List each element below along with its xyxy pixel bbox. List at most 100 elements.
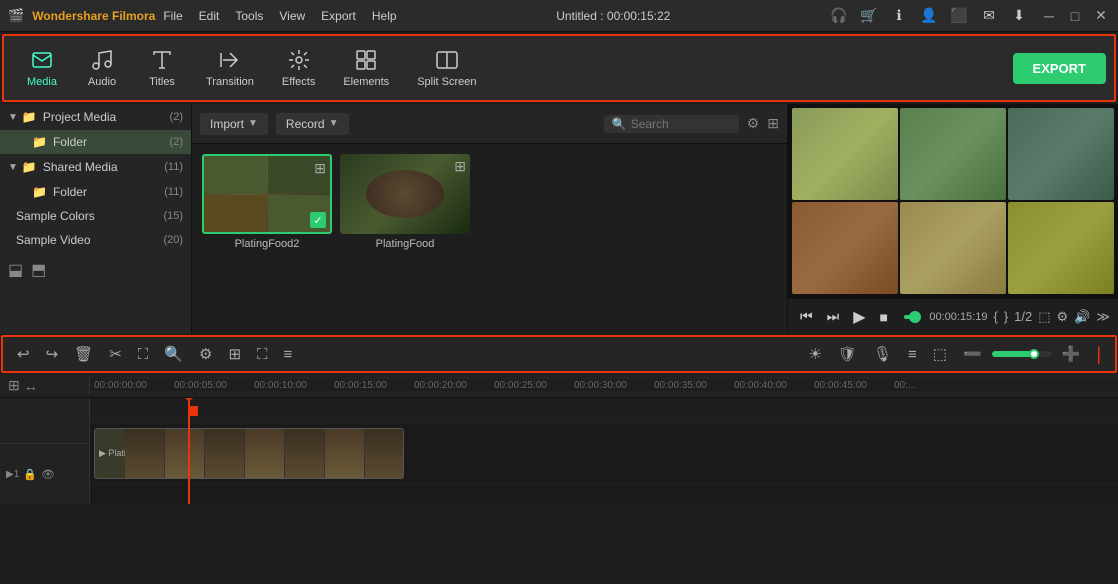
- preview-stop-btn[interactable]: ■: [876, 307, 892, 327]
- toolbar-transition[interactable]: Transition: [192, 42, 268, 94]
- track-eye-icon[interactable]: 👁: [41, 468, 55, 481]
- timeline: ⊞ ↔ 00:00:00:00 00:00:05:00 00:00:10:00 …: [0, 374, 1118, 504]
- preview-out-point-btn[interactable]: }: [1004, 309, 1008, 324]
- preview-in-point-btn[interactable]: {: [993, 309, 997, 324]
- mosaic-button[interactable]: ⊞: [222, 341, 247, 367]
- left-panel: ▼ 📁 Project Media (2) 📁 Folder (2) ▼ 📁 S…: [0, 104, 192, 334]
- cut-button[interactable]: ✂: [103, 341, 128, 367]
- thumb-grid-icon2: ⊞: [454, 158, 466, 175]
- preview-volume-btn[interactable]: 🔊: [1074, 309, 1090, 325]
- preview-food-6: [1008, 202, 1114, 294]
- titlebar-right: 🎧 🛒 ℹ 👤 ⬛ ✉ ⬇ ─ □ ✕: [830, 7, 1110, 25]
- preview-cell-3: [1008, 108, 1114, 200]
- track-lock-icon[interactable]: 🔒: [23, 468, 37, 481]
- tl-zoom-in-btn[interactable]: ➕: [1056, 341, 1087, 367]
- delete-button[interactable]: 🗑: [68, 341, 99, 367]
- preview-frame-back-btn[interactable]: ⏭: [823, 306, 844, 327]
- preview-settings-btn[interactable]: ⚙: [1057, 309, 1069, 325]
- close-button[interactable]: ✕: [1092, 7, 1110, 25]
- preview-fullscreen-btn[interactable]: ⬚: [1038, 309, 1050, 325]
- preview-play-btn[interactable]: ▶: [849, 305, 869, 329]
- playhead[interactable]: [188, 398, 190, 504]
- media-thumb-platingfood2: ⊞ ✓: [202, 154, 332, 234]
- preview-speed-label: 1/2: [1014, 309, 1032, 324]
- project-media-folder[interactable]: 📁 Folder (2): [0, 130, 191, 154]
- ruler-10: 00:00:10:00: [254, 380, 334, 391]
- preview-time: 00:00:15:19: [929, 311, 987, 323]
- preview-more-btn[interactable]: ≫: [1096, 309, 1110, 325]
- message-icon[interactable]: ✉: [980, 7, 998, 25]
- redo-button[interactable]: ↪: [40, 341, 65, 367]
- tl-extend-btn[interactable]: |: [1090, 340, 1107, 369]
- tl-shield-btn[interactable]: 🛡: [832, 341, 863, 367]
- tl-caption-btn[interactable]: ≡: [902, 342, 923, 367]
- record-button[interactable]: Record ▼: [276, 113, 349, 135]
- export-button[interactable]: EXPORT: [1013, 53, 1106, 84]
- search-input[interactable]: [631, 117, 731, 131]
- collapse-left-btn[interactable]: ⬓: [8, 260, 23, 280]
- maximize-button[interactable]: □: [1066, 7, 1084, 25]
- preview-speed-btn[interactable]: 1/2: [1014, 309, 1032, 324]
- audio-adjust-button[interactable]: ≡: [278, 342, 299, 367]
- toolbar-effects[interactable]: Effects: [268, 42, 329, 94]
- toolbar-audio[interactable]: Audio: [72, 42, 132, 94]
- info-icon[interactable]: ℹ: [890, 7, 908, 25]
- import-button[interactable]: Import ▼: [200, 113, 268, 135]
- tl-snap-btn[interactable]: ⬚: [927, 341, 953, 367]
- sample-video-item[interactable]: Sample Video (20): [0, 228, 191, 252]
- preview-cell-6: [1008, 202, 1114, 294]
- tl-zoom-out-btn[interactable]: ➖: [957, 341, 988, 367]
- menu-export[interactable]: Export: [321, 9, 356, 23]
- grid-view-icon[interactable]: ⊞: [767, 115, 779, 132]
- menu-help[interactable]: Help: [372, 9, 397, 23]
- toolbar-transition-label: Transition: [206, 76, 254, 88]
- ruler-20: 00:00:20:00: [414, 380, 494, 391]
- menu-file[interactable]: File: [163, 9, 182, 23]
- color-correct-button[interactable]: ⚙: [193, 341, 218, 367]
- menu-edit[interactable]: Edit: [199, 9, 220, 23]
- toolbar-split-screen[interactable]: Split Screen: [403, 42, 490, 94]
- stabilize-button[interactable]: ⛶: [251, 342, 274, 367]
- preview-panel: ⏮ ⏭ ▶ ■ 00:00:15:19 { } 1/2 ⬚ ⚙ 🔊 ≫: [788, 104, 1118, 334]
- toolbar-media[interactable]: Media: [12, 42, 72, 94]
- toolbar-titles[interactable]: Titles: [132, 42, 192, 94]
- shared-folder-icon: 📁: [32, 185, 47, 199]
- crop-button[interactable]: ⛶: [132, 342, 155, 367]
- shared-media-header[interactable]: ▼ 📁 Shared Media (11): [0, 154, 191, 180]
- clip-thumb-4: [245, 429, 285, 478]
- add-track-btn[interactable]: ⊞: [8, 377, 20, 394]
- project-media-header[interactable]: ▼ 📁 Project Media (2): [0, 104, 191, 130]
- tl-mic-btn[interactable]: 🎙: [867, 341, 898, 367]
- download-icon[interactable]: ⬇: [1010, 7, 1028, 25]
- tl-brightness-btn[interactable]: ☀: [802, 341, 827, 367]
- media-search-box[interactable]: 🔍: [604, 115, 739, 133]
- menu-tools[interactable]: Tools: [235, 9, 263, 23]
- preview-progress-bar[interactable]: [904, 315, 917, 319]
- preview-skip-back-btn[interactable]: ⏮: [796, 306, 817, 327]
- media-item-platingfood2[interactable]: ⊞ ✓ PlatingFood2: [202, 154, 332, 250]
- shared-media-folder[interactable]: 📁 Folder (11): [0, 180, 191, 204]
- cart-icon[interactable]: 🛒: [860, 7, 878, 25]
- menu-view[interactable]: View: [279, 9, 305, 23]
- preview-video-area: [788, 104, 1118, 298]
- filter-icon[interactable]: ⚙: [747, 115, 760, 132]
- undo-button[interactable]: ↩: [11, 341, 36, 367]
- video-clip-platingfood2[interactable]: ▶ PlatingFood2: [94, 428, 404, 479]
- zoom-button[interactable]: 🔍: [158, 341, 189, 367]
- media-name-platingfood2: PlatingFood2: [202, 238, 332, 250]
- media-item-platingfood[interactable]: ⊞ PlatingFood: [340, 154, 470, 250]
- ruler-end: 00:...: [894, 380, 974, 391]
- preview-cell-5: [900, 202, 1006, 294]
- minimize-button[interactable]: ─: [1040, 7, 1058, 25]
- toolbar-elements[interactable]: Elements: [329, 42, 403, 94]
- account-icon[interactable]: 👤: [920, 7, 938, 25]
- collapse-right-btn[interactable]: ⬒: [31, 260, 46, 280]
- share-icon[interactable]: ⬛: [950, 7, 968, 25]
- sample-colors-item[interactable]: Sample Colors (15): [0, 204, 191, 228]
- clip-thumb-1: [125, 429, 165, 478]
- tl-zoom-slider[interactable]: [992, 351, 1052, 357]
- preview-food-5: [900, 202, 1006, 294]
- shared-media-arrow: ▼: [8, 162, 18, 173]
- track-settings-btn[interactable]: ↔: [24, 378, 38, 394]
- media-panel-toolbar: Import ▼ Record ▼ 🔍 ⚙ ⊞: [192, 104, 787, 144]
